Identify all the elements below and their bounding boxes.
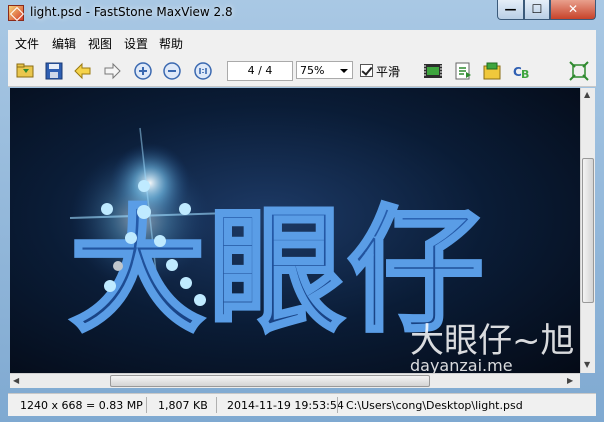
chevron-down-icon [340,69,348,73]
page-indicator[interactable]: 4 / 4 [227,61,293,81]
maximize-button[interactable]: ☐ [524,0,550,20]
image-canvas[interactable]: 大眼仔 大眼仔~旭 dayanzai.me [10,88,580,373]
maximize-icon: ☐ [531,2,543,16]
watermark-top: 大眼仔~旭 [410,321,575,361]
menu-edit[interactable]: 编辑 [52,35,76,52]
actual-size-icon[interactable] [192,60,214,82]
copy-to-icon[interactable] [452,60,474,82]
scroll-left-icon[interactable]: ◀ [13,376,19,385]
close-button[interactable]: ✕ [550,0,596,20]
save-icon[interactable] [43,60,65,82]
svg-text:B: B [521,68,529,81]
status-file-size: 1,807 KB [158,399,208,412]
menu-help[interactable]: 帮助 [159,35,183,52]
status-dimensions: 1240 x 668 = 0.83 MP [20,399,143,412]
status-divider [146,397,147,413]
status-datetime: 2014-11-19 19:53:54 [227,399,344,412]
app-icon[interactable] [8,5,24,21]
previous-icon[interactable] [72,60,94,82]
minimize-button[interactable]: — [497,0,524,20]
vertical-scroll-thumb[interactable] [582,158,594,303]
vertical-scrollbar[interactable]: ▲ ▼ [580,88,595,373]
window-title: light.psd - FastStone MaxView 2.8 [30,5,233,19]
scroll-down-icon[interactable]: ▼ [584,360,590,369]
open-folder-icon[interactable] [14,60,36,82]
menu-view[interactable]: 视图 [88,35,112,52]
minimize-icon: — [504,2,517,16]
image-artwork: 大眼仔 大眼仔~旭 dayanzai.me [68,127,575,373]
zoom-value: 75% [300,64,325,77]
status-bar: 1240 x 668 = 0.83 MP 1,807 KB 2014-11-19… [8,393,596,416]
status-path: C:\Users\cong\Desktop\light.psd [346,399,523,412]
scroll-up-icon[interactable]: ▲ [584,90,590,99]
menu-settings[interactable]: 设置 [124,35,148,52]
zoom-in-icon[interactable] [132,60,154,82]
horizontal-scroll-thumb[interactable] [110,375,430,387]
smooth-label: 平滑 [376,65,401,79]
color-balance-icon[interactable]: CB [511,60,533,82]
menu-file[interactable]: 文件 [15,35,39,52]
batch-icon[interactable] [481,60,503,82]
slideshow-icon[interactable] [422,60,444,82]
status-divider [216,397,217,413]
fullscreen-icon[interactable] [568,60,590,82]
smooth-checkbox[interactable] [360,64,373,77]
watermark-url: dayanzai.me [410,356,513,373]
toolbar: 4 / 4 75% 平滑 CB [8,56,596,87]
scroll-right-icon[interactable]: ▶ [567,376,573,385]
zoom-out-icon[interactable] [161,60,183,82]
next-icon[interactable] [101,60,123,82]
status-divider [337,397,338,413]
horizontal-scrollbar[interactable]: ◀ ▶ [10,373,580,388]
title-bar[interactable]: light.psd - FastStone MaxView 2.8 — ☐ ✕ [0,0,604,28]
menu-bar: 文件 编辑 视图 设置 帮助 [8,30,596,56]
app-window: light.psd - FastStone MaxView 2.8 — ☐ ✕ … [0,0,604,422]
close-icon: ✕ [567,2,579,16]
zoom-select[interactable]: 75% [296,61,353,79]
